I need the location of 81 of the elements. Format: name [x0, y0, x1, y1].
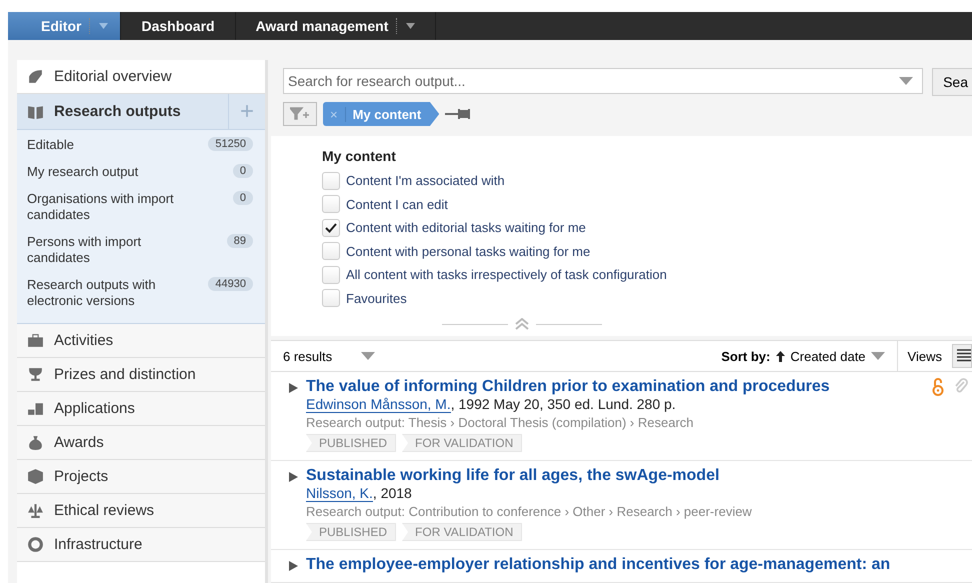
author-link[interactable]: Nilsson, K.: [306, 485, 373, 502]
submenu-link[interactable]: Organisations with import candidates: [27, 191, 207, 223]
pin-icon[interactable]: [445, 107, 472, 121]
status-tag: PUBLISHED: [306, 434, 396, 452]
sidebar-item[interactable]: Awards: [17, 426, 265, 460]
search-button[interactable]: Sea: [932, 68, 972, 96]
checkbox[interactable]: [322, 195, 340, 214]
expand-icon[interactable]: [289, 383, 298, 393]
sidebar-label: Ethical reviews: [54, 502, 156, 519]
count-badge: 0: [232, 191, 253, 205]
output-type: Research output: Contribution to conference › Other › Research › peer-review: [306, 504, 753, 519]
results-count: 6 results: [283, 348, 334, 364]
sidebar-item[interactable]: Applications: [17, 392, 265, 426]
sidebar-label: Editorial overview: [54, 68, 173, 85]
sidebar-label: Infrastructure: [54, 536, 144, 553]
filter-label: My content: [352, 106, 422, 122]
author-link[interactable]: Edwinson Månsson, M.: [306, 396, 451, 413]
book-icon: [27, 103, 44, 120]
sidebar-label: Prizes and distinction: [54, 366, 197, 383]
sort-dropdown[interactable]: Created date: [776, 341, 898, 371]
publication-details: , 2018: [372, 485, 412, 501]
up-arrow-icon: [776, 350, 786, 362]
option-label: Content I'm associated with: [346, 173, 505, 188]
submenu-link[interactable]: My research output: [27, 164, 207, 180]
sidebar-label: Projects: [54, 468, 110, 485]
sidebar-label: Applications: [54, 400, 136, 417]
collapse-icon[interactable]: [514, 318, 530, 330]
count-badge: 51250: [208, 137, 253, 151]
sidebar-label: Research outputs: [54, 103, 182, 120]
sidebar-label: Activities: [54, 332, 114, 349]
checkbox[interactable]: [322, 266, 340, 284]
expand-icon[interactable]: [289, 472, 298, 482]
ring-icon: [27, 536, 44, 553]
checkbox[interactable]: [322, 172, 340, 190]
filter-plus-icon: [290, 107, 310, 121]
option-label: Content with personal tasks waiting for me: [346, 244, 590, 259]
result-title[interactable]: Sustainable working life for all ages, the swAge-model: [306, 467, 960, 485]
submenu-link[interactable]: Research outputs with electronic versions: [27, 277, 200, 309]
status-tag: FOR VALIDATION: [402, 523, 522, 541]
count-badge: 89: [226, 234, 253, 248]
option-label: Content I can edit: [346, 196, 448, 212]
caret-icon: [99, 23, 108, 29]
count-badge: 44930: [208, 277, 253, 291]
sidebar-item[interactable]: Infrastructure: [17, 528, 265, 562]
views-label: Views: [906, 348, 943, 364]
output-type: Research output: Thesis › Doctoral Thesis (compilation) › Research: [306, 415, 695, 430]
scales-icon: [27, 502, 44, 519]
option-label: All content with tasks irrespectively of task configuration: [346, 267, 667, 282]
expand-icon[interactable]: [289, 561, 298, 571]
result-title[interactable]: The value of informing Children prior to examination and procedures: [306, 378, 924, 396]
option-label: Favourites: [346, 290, 407, 306]
list-icon: [957, 349, 971, 363]
status-tag: PUBLISHED: [306, 523, 396, 541]
trophy-icon: [27, 366, 44, 383]
sidebar-item[interactable]: Projects: [17, 460, 265, 494]
dropdown-icon: [899, 77, 914, 85]
sort-label: Sort by:: [721, 348, 770, 364]
sidebar-item[interactable]: Activities: [17, 324, 265, 358]
filter-heading: My content: [322, 148, 397, 164]
count-badge: 0: [232, 164, 253, 178]
submenu-link[interactable]: Persons with import candidates: [27, 234, 207, 266]
status-tag: FOR VALIDATION: [402, 434, 522, 452]
checkbox[interactable]: [322, 289, 340, 308]
sidebar-item[interactable]: Prizes and distinction: [17, 358, 265, 392]
checkbox[interactable]: [322, 218, 340, 237]
nav-tab[interactable]: Editor: [8, 12, 122, 40]
sidebar-label: Awards: [54, 434, 105, 451]
publication-details: , 1992 May 20, 350 ed. Lund. 280 p.: [450, 396, 676, 412]
caret-icon: [870, 352, 885, 360]
briefcase-icon: [27, 332, 44, 349]
list-view-button[interactable]: [952, 344, 972, 368]
caret-icon: [406, 23, 416, 29]
bag-icon: [27, 434, 44, 451]
sidebar-item[interactable]: Ethical reviews: [17, 494, 265, 528]
add-filter-button[interactable]: [283, 102, 317, 126]
submenu-link[interactable]: Editable: [27, 137, 200, 153]
dropdown-icon[interactable]: [361, 352, 375, 360]
checkbox[interactable]: [322, 242, 340, 260]
sidebar-item[interactable]: Research outputs +: [17, 94, 265, 130]
search-field[interactable]: Search for research output...: [283, 68, 924, 94]
option-label: Content with editorial tasks waiting for me: [346, 220, 586, 236]
